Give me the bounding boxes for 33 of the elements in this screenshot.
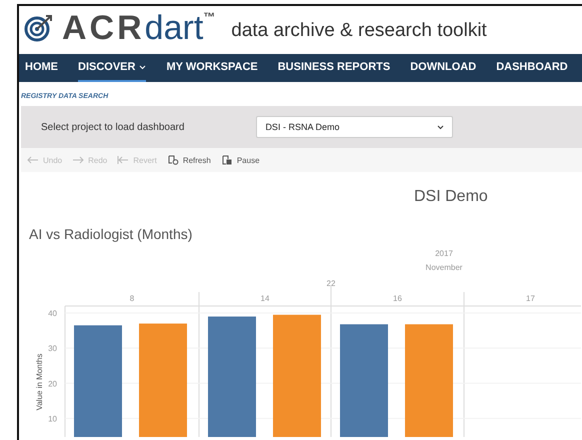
select-label: Select project to load dashboard — [41, 122, 184, 132]
y-tick-label: 40 — [48, 309, 57, 318]
month-header: November — [426, 263, 462, 272]
dashboard-title: DSI Demo — [413, 187, 489, 206]
y-tick-label: 20 — [48, 379, 57, 388]
y-tick-label: 30 — [48, 344, 57, 354]
nav-tab[interactable]: DISCOVER — [78, 54, 146, 82]
refresh-button[interactable]: Refresh — [166, 155, 211, 165]
nav-tab[interactable]: BUSINESS REPORTS — [278, 54, 390, 82]
project-dropdown[interactable]: DSI - RSNA Demo — [256, 116, 454, 138]
tagline: data archive & research toolkit — [231, 20, 487, 42]
category-label: 16 — [393, 294, 402, 303]
chevron-down-icon — [437, 124, 444, 130]
category-label: 17 — [526, 294, 535, 303]
year-header: 2017 — [435, 249, 453, 258]
pause-icon — [220, 155, 233, 165]
pause-button[interactable]: Pause — [220, 155, 260, 165]
target-logo-icon — [24, 13, 54, 43]
nav-tab[interactable]: DASHBOARD — [496, 54, 568, 82]
revert-icon — [117, 155, 130, 165]
category-label: 8 — [130, 294, 134, 303]
y-axis-title: Value in Months — [35, 354, 44, 410]
undo-arrow-icon — [27, 155, 39, 165]
nav-tab[interactable]: MY WORKSPACE — [166, 54, 258, 82]
column-header: 22 — [326, 279, 336, 288]
y-tick-label: 10 — [48, 414, 57, 424]
refresh-icon — [166, 155, 179, 165]
category-label: 14 — [260, 294, 270, 303]
nav-tab[interactable]: DOWNLOAD — [410, 54, 476, 82]
redo-arrow-icon — [72, 155, 84, 165]
nav-tab[interactable]: HOME — [25, 54, 58, 82]
chart-title: AI vs Radiologist (Months) — [28, 225, 194, 242]
logo-text: ACRdart™ — [62, 11, 216, 45]
